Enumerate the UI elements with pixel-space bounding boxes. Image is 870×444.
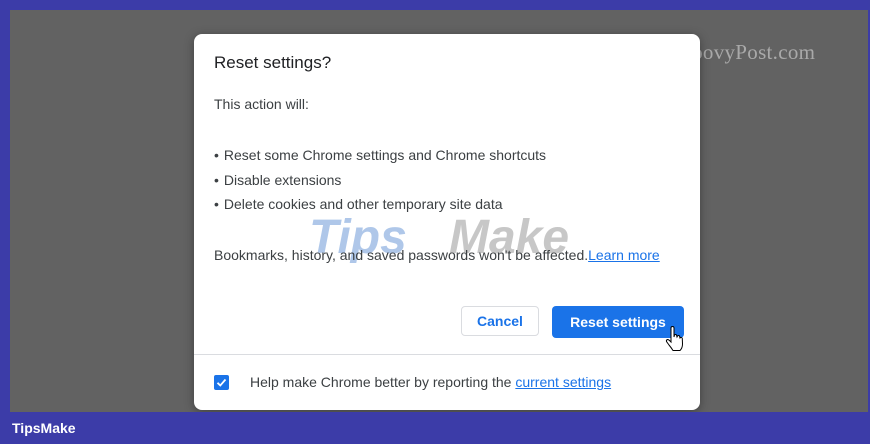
- report-settings-label: Help make Chrome better by reporting the…: [250, 374, 611, 390]
- dialog-title: Reset settings?: [214, 53, 332, 72]
- report-settings-checkbox[interactable]: [214, 375, 229, 390]
- reset-settings-dialog: Reset settings? This action will: Reset …: [194, 34, 700, 410]
- unaffected-note: Bookmarks, history, and saved passwords …: [214, 244, 684, 267]
- footer-bar: TipsMake: [0, 412, 870, 444]
- action-item: Reset some Chrome settings and Chrome sh…: [214, 143, 546, 168]
- action-item: Disable extensions: [214, 168, 546, 193]
- action-list: Reset some Chrome settings and Chrome sh…: [214, 143, 546, 217]
- action-item: Delete cookies and other temporary site …: [214, 192, 546, 217]
- cancel-button[interactable]: Cancel: [461, 306, 539, 336]
- current-settings-link[interactable]: current settings: [515, 374, 611, 390]
- dialog-intro: This action will:: [214, 96, 309, 112]
- checkmark-icon: [216, 378, 227, 387]
- footer-divider: [194, 354, 700, 355]
- learn-more-link[interactable]: Learn more: [588, 247, 660, 263]
- hand-pointer-icon: [665, 326, 684, 351]
- footer-brand: TipsMake: [12, 420, 76, 436]
- help-text: Help make Chrome better by reporting the: [250, 374, 512, 390]
- screenshot-frame: groovyPost.com Reset settings? This acti…: [0, 0, 870, 444]
- note-text: Bookmarks, history, and saved passwords …: [214, 247, 589, 263]
